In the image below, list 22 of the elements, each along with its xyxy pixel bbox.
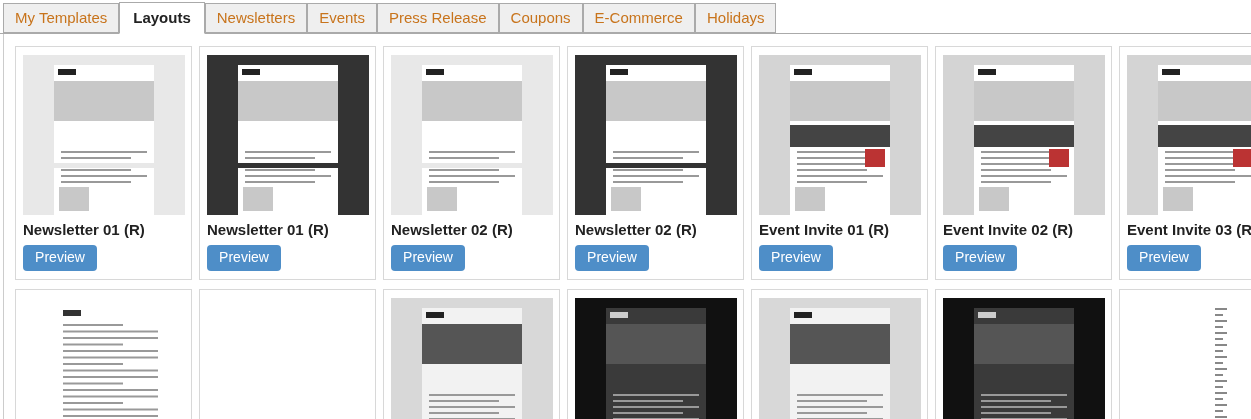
preview-button[interactable]: Preview — [943, 244, 1017, 271]
preview-button[interactable]: Preview — [1127, 244, 1201, 271]
template-title: Event Invite 03 (R — [1127, 220, 1251, 240]
template-title: Event Invite 01 (R) — [759, 220, 891, 240]
template-title: Newsletter 01 (R) — [23, 220, 146, 240]
tab[interactable]: My Templates — [3, 3, 120, 33]
tab[interactable]: Events — [307, 3, 377, 33]
preview-button[interactable]: Preview — [23, 244, 97, 271]
preview-button[interactable]: Preview — [575, 244, 649, 271]
tab[interactable]: Layouts — [119, 2, 205, 34]
preview-button[interactable]: Preview — [759, 244, 833, 271]
tab[interactable]: Press Release — [377, 3, 499, 33]
template-title: Newsletter 02 (R) — [575, 220, 698, 240]
preview-button[interactable]: Preview — [207, 244, 281, 271]
template-title: Event Invite 02 (R) — [943, 220, 1075, 240]
tab[interactable]: Holidays — [694, 3, 777, 33]
template-title: Newsletter 02 (R) — [391, 220, 514, 240]
template-title: Newsletter 01 (R) — [207, 220, 330, 240]
tab[interactable]: Newsletters — [204, 3, 308, 33]
tab[interactable]: E-Commerce — [582, 3, 695, 33]
preview-button[interactable]: Preview — [391, 244, 465, 271]
tab[interactable]: Coupons — [498, 3, 583, 33]
